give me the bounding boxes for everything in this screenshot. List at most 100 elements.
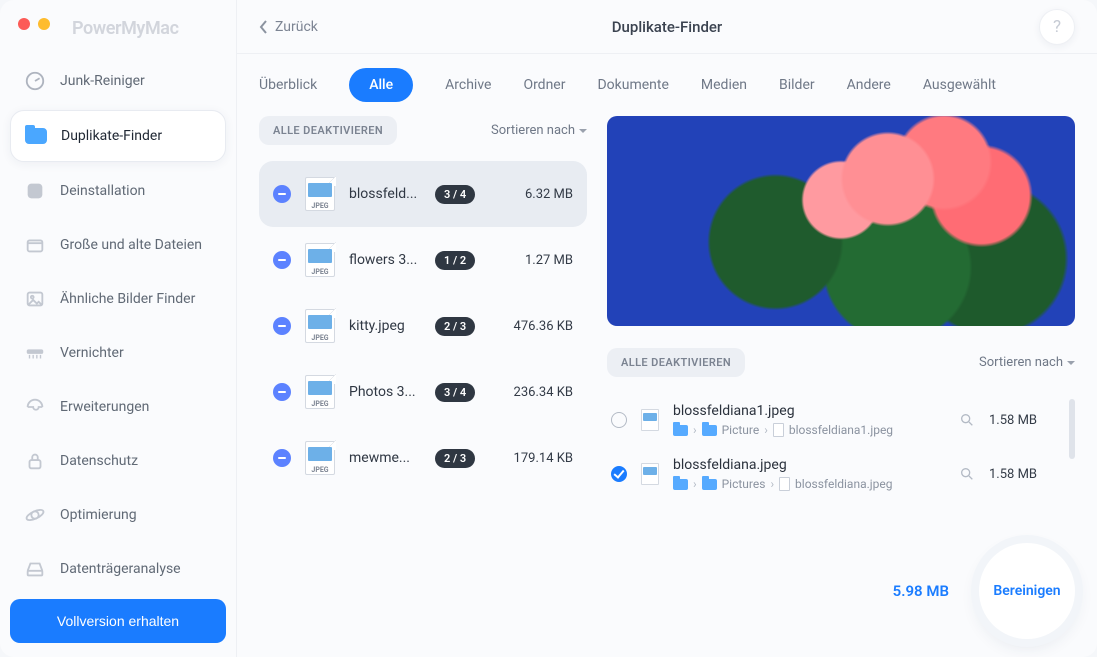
sort-by-detail-button[interactable]: Sortieren nach xyxy=(979,355,1075,370)
tab-media[interactable]: Medien xyxy=(701,77,747,93)
tab-images[interactable]: Bilder xyxy=(779,77,815,93)
tab-folders[interactable]: Ordner xyxy=(523,77,565,93)
group-row[interactable]: JPEG kitty.jpeg 2 / 3 476.36 KB xyxy=(259,293,587,359)
topbar: Zurück Duplikate-Finder ? xyxy=(237,0,1097,54)
close-icon[interactable] xyxy=(18,18,30,30)
sidebar-item-large-files[interactable]: Große und alte Dateien xyxy=(10,220,226,270)
duplicates-area: blossfeldiana1.jpeg › Picture› blossfeld… xyxy=(607,393,1075,501)
sidebar-item-disk[interactable]: Datenträgeranalyse xyxy=(10,544,226,594)
sidebar-item-uninstall[interactable]: Deinstallation xyxy=(10,166,226,216)
app-icon xyxy=(24,180,46,202)
group-count-badge: 3 / 4 xyxy=(435,383,475,402)
group-name: flowers 3... xyxy=(349,252,421,268)
box-icon xyxy=(24,234,46,256)
full-version-button[interactable]: Vollversion erhalten xyxy=(10,599,226,643)
sidebar-item-label: Ähnliche Bilder Finder xyxy=(60,291,195,307)
group-row[interactable]: JPEG blossfeld... 3 / 4 6.32 MB xyxy=(259,161,587,227)
sidebar-item-label: Datenträgeranalyse xyxy=(60,561,181,577)
tab-overview[interactable]: Überblick xyxy=(259,77,317,93)
chevron-left-icon xyxy=(259,20,269,34)
group-size: 1.27 MB xyxy=(525,253,573,268)
folder-icon xyxy=(673,479,688,490)
sidebar-item-label: Junk-Reiniger xyxy=(60,73,145,89)
group-count-badge: 3 / 4 xyxy=(435,185,475,204)
group-controls: ALLE DEAKTIVIEREN Sortieren nach xyxy=(259,116,587,145)
file-thumb-icon: JPEG xyxy=(305,243,335,277)
scrollbar[interactable] xyxy=(1069,399,1075,459)
group-name: blossfeld... xyxy=(349,186,421,202)
folder-icon xyxy=(702,479,717,490)
sidebar-item-label: Duplikate-Finder xyxy=(61,128,162,144)
brand-label: PowerMyMac xyxy=(72,18,84,30)
clean-button[interactable]: Bereinigen xyxy=(979,543,1075,639)
sidebar-item-extensions[interactable]: Erweiterungen xyxy=(10,382,226,432)
tab-all[interactable]: Alle xyxy=(349,68,413,102)
footer: 5.98 MB Bereinigen xyxy=(607,525,1075,639)
window-controls: PowerMyMac xyxy=(10,14,226,30)
sidebar-item-label: Erweiterungen xyxy=(60,399,149,415)
sidebar-item-label: Datenschutz xyxy=(60,453,138,469)
group-row[interactable]: JPEG flowers 3... 1 / 2 1.27 MB xyxy=(259,227,587,293)
file-thumb-icon: JPEG xyxy=(305,375,335,409)
partial-check-icon[interactable] xyxy=(273,251,291,269)
file-thumb-icon: JPEG xyxy=(305,309,335,343)
duplicate-info: blossfeldiana1.jpeg › Picture› blossfeld… xyxy=(673,403,945,437)
partial-check-icon[interactable] xyxy=(273,317,291,335)
page-title: Duplikate-Finder xyxy=(612,18,722,36)
main-area: Zurück Duplikate-Finder ? Überblick Alle… xyxy=(237,0,1097,657)
partial-check-icon[interactable] xyxy=(273,383,291,401)
file-thumb-icon xyxy=(641,463,659,485)
partial-check-icon[interactable] xyxy=(273,185,291,203)
deactivate-all-button[interactable]: ALLE DEAKTIVIEREN xyxy=(259,116,397,145)
file-name: blossfeldiana.jpeg xyxy=(673,457,945,473)
file-icon xyxy=(779,477,790,491)
group-name: mewme... xyxy=(349,450,421,466)
partial-check-icon[interactable] xyxy=(273,449,291,467)
checkbox[interactable] xyxy=(611,466,627,482)
sidebar-item-shredder[interactable]: Vernichter xyxy=(10,328,226,378)
group-row[interactable]: JPEG mewme... 2 / 3 179.14 KB xyxy=(259,425,587,491)
minimize-icon[interactable] xyxy=(38,18,50,30)
folder-icon xyxy=(673,425,688,436)
sidebar-item-label: Große und alte Dateien xyxy=(60,237,202,253)
duplicate-row[interactable]: blossfeldiana1.jpeg › Picture› blossfeld… xyxy=(607,393,1061,447)
shredder-icon xyxy=(24,342,46,364)
image-icon xyxy=(24,288,46,310)
group-name: Photos 3... xyxy=(349,384,421,400)
group-size: 6.32 MB xyxy=(525,187,573,202)
tab-documents[interactable]: Dokumente xyxy=(597,77,668,93)
tab-selected[interactable]: Ausgewählt xyxy=(923,77,996,93)
deactivate-all-detail-button[interactable]: ALLE DEAKTIVIEREN xyxy=(607,348,745,377)
disk-icon xyxy=(24,558,46,580)
sidebar-item-privacy[interactable]: Datenschutz xyxy=(10,436,226,486)
content: ALLE DEAKTIVIEREN Sortieren nach JPEG bl… xyxy=(237,116,1097,657)
tab-other[interactable]: Andere xyxy=(847,77,891,93)
tab-archives[interactable]: Archive xyxy=(445,77,491,93)
sort-by-button[interactable]: Sortieren nach xyxy=(491,123,587,138)
back-label: Zurück xyxy=(275,19,318,35)
image-preview xyxy=(607,116,1075,326)
sidebar-item-similar-images[interactable]: Ähnliche Bilder Finder xyxy=(10,274,226,324)
checkbox[interactable] xyxy=(611,412,627,428)
group-row[interactable]: JPEG Photos 3... 3 / 4 236.34 KB xyxy=(259,359,587,425)
duplicates-list: blossfeldiana1.jpeg › Picture› blossfeld… xyxy=(607,393,1061,501)
duplicate-row[interactable]: blossfeldiana.jpeg › Pictures› blossfeld… xyxy=(607,447,1061,501)
file-name: blossfeldiana1.jpeg xyxy=(673,403,945,419)
group-list: JPEG blossfeld... 3 / 4 6.32 MB JPEG flo… xyxy=(259,161,587,639)
preview-icon[interactable] xyxy=(959,412,975,428)
sidebar-item-junk[interactable]: Junk-Reiniger xyxy=(10,56,226,106)
sidebar: PowerMyMac Junk-Reiniger Duplikate-Finde… xyxy=(0,0,237,657)
preview-icon[interactable] xyxy=(959,466,975,482)
sidebar-item-duplicates[interactable]: Duplikate-Finder xyxy=(10,110,226,162)
group-name: kitty.jpeg xyxy=(349,318,421,334)
file-size: 1.58 MB xyxy=(989,413,1057,428)
group-count-badge: 2 / 3 xyxy=(435,449,475,468)
back-button[interactable]: Zurück xyxy=(259,19,318,35)
plugin-icon xyxy=(24,396,46,418)
help-button[interactable]: ? xyxy=(1039,9,1075,45)
group-column: ALLE DEAKTIVIEREN Sortieren nach JPEG bl… xyxy=(259,116,587,639)
file-path: › Pictures› blossfeldiana.jpeg xyxy=(673,477,945,491)
sidebar-item-optimize[interactable]: Optimierung xyxy=(10,490,226,540)
selected-total: 5.98 MB xyxy=(893,582,949,600)
file-thumb-icon: JPEG xyxy=(305,177,335,211)
